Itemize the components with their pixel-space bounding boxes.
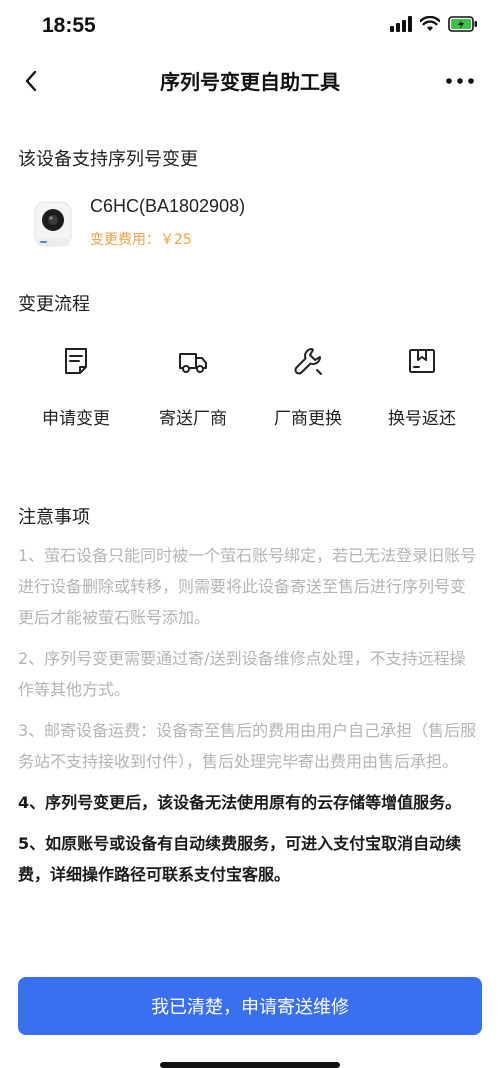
note-item-important: 5、如原账号或设备有自动续费服务，可进入支付宝取消自动续费，详细操作路径可联系支… [18,834,462,884]
step-label: 寄送厂商 [159,409,227,429]
apply-repair-button[interactable]: 我已清楚，申请寄送维修 [18,977,482,1035]
process-steps: 申请变更 寄送厂商 厂商更换 换号返还 [0,346,500,446]
wifi-icon [420,16,440,31]
step-label: 换号返还 [388,409,456,429]
note-item: 2、序列号变更需要通过寄/送到设备维修点处理，不支持远程操作等其他方式。 [18,649,466,699]
note-item-important: 4、序列号变更后，该设备无法使用原有的云存储等增值服务。 [18,793,462,812]
status-time: 18:55 [42,14,96,37]
device-fee: 变更费用：￥25 [90,232,192,248]
step-vendor-replace: 厂商更换 [248,346,368,429]
status-bar: 18:55 [0,0,500,54]
notes-list: 1、萤石设备只能同时被一个萤石账号绑定，若已无法登录旧账号进行设备删除或转移，则… [18,540,480,900]
truck-icon [179,353,207,373]
device-card: C6HC(BA1802908) 变更费用：￥25 [18,192,478,256]
camera-device-image [34,201,72,247]
step-label: 申请变更 [42,409,110,429]
step-apply-change: 申请变更 [16,346,136,429]
notes-heading: 注意事项 [18,507,90,528]
step-label: 厂商更换 [274,409,342,429]
battery-icon [448,16,477,32]
more-dots-icon [446,78,474,84]
status-icons [390,16,478,32]
note-item: 1、萤石设备只能同时被一个萤石账号绑定，若已无法登录旧账号进行设备删除或转移，则… [18,546,477,627]
home-indicator [160,1062,340,1068]
step-ship-to-vendor: 寄送厂商 [133,346,253,429]
note-item: 3、邮寄设备运费：设备寄至售后的费用由用户自己承担（售后服务站不支持接收到付件）… [18,721,477,771]
document-icon [65,348,87,374]
box-icon [409,349,435,373]
navigation-bar: 序列号变更自助工具 [0,54,500,106]
signal-icon [390,16,412,32]
step-return-new-serial: 换号返还 [362,346,482,429]
process-heading: 变更流程 [18,294,90,315]
device-name: C6HC(BA1802908) [90,196,246,216]
page-title: 序列号变更自助工具 [160,70,340,94]
wrench-icon [294,348,322,375]
support-heading: 该设备支持序列号变更 [18,149,198,170]
more-button[interactable] [442,66,478,96]
